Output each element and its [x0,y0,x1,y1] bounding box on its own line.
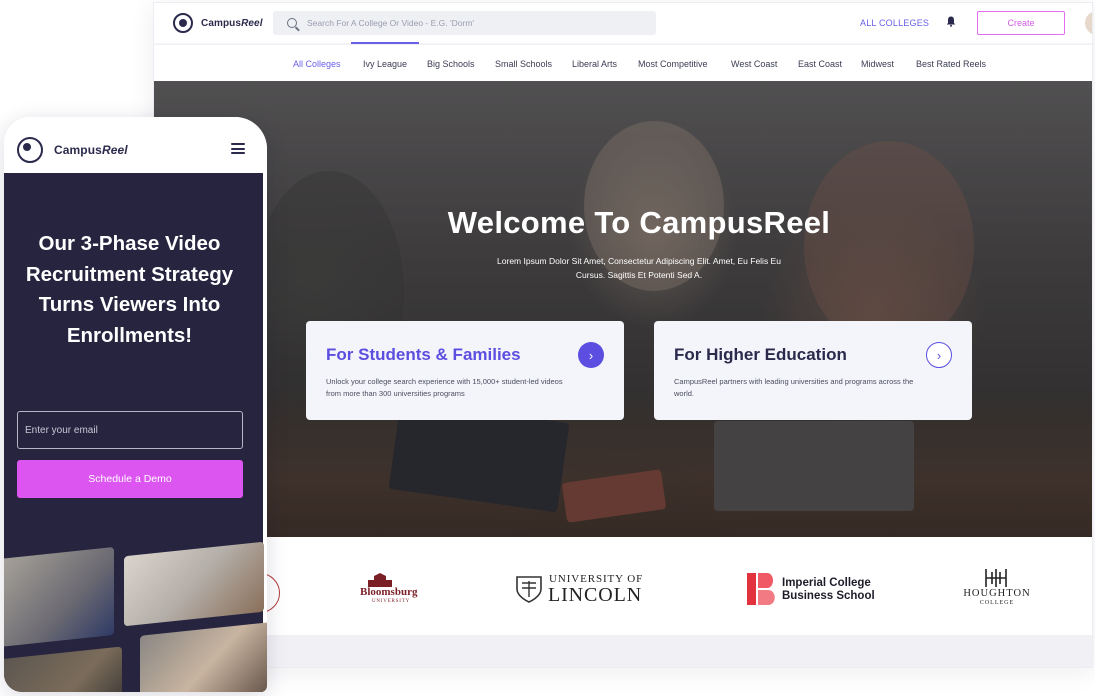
student-desk-photo [124,541,264,627]
search-bar[interactable] [273,11,656,35]
hero-subtitle: Lorem Ipsum Dolor Sit Amet, Consectetur … [497,256,781,280]
brand-name: CampusReel [201,17,263,29]
all-colleges-link[interactable]: ALL COLLEGES [860,18,929,28]
tab-big-schools[interactable]: Big Schools [427,59,475,69]
higher-education-card[interactable]: For Higher Education CampusReel partners… [654,321,972,420]
camera-logo-icon [173,13,193,33]
category-nav: All Colleges Ivy League Big Schools Smal… [154,44,1092,81]
page-footer-area [154,635,1092,667]
hero-section: Welcome To CampusReel Lorem Ipsum Dolor … [154,81,1092,537]
desktop-screen: CampusReel ALL COLLEGES Create All Colle… [153,2,1093,668]
top-bar: CampusReel ALL COLLEGES Create [154,3,1092,43]
bloomsburg-logo: Bloomsburg UNIVERSITY [360,573,432,609]
showcase-stage: CampusReel ALL COLLEGES Create All Colle… [0,0,1095,696]
chevron-right-icon[interactable]: › [578,342,604,368]
card-title: For Students & Families [326,345,521,364]
search-icon [287,18,297,28]
imperial-b-icon [747,573,775,605]
tab-ivy-league[interactable]: Ivy League [363,59,407,69]
camera-logo-icon [17,137,43,163]
brand-name: CampusReel [54,143,128,157]
mobile-hero: Our 3-Phase Video Recruitment Strategy T… [4,173,267,692]
bell-icon[interactable] [946,16,956,27]
tab-most-competitive[interactable]: Most Competitive [638,59,708,69]
schedule-demo-button[interactable]: Schedule a Demo [17,460,243,498]
tab-east-coast[interactable]: East Coast [798,59,842,69]
imperial-logo: Imperial College Business School [747,573,887,609]
graduation-photo [4,546,114,648]
brand-logo[interactable]: CampusReel [173,13,263,33]
user-avatar[interactable] [1085,11,1092,35]
mobile-screen: CampusReel Our 3-Phase Video Recruitment… [4,117,267,692]
hero-title: Welcome To CampusReel [447,205,831,240]
crest-icon [516,576,542,603]
mobile-header: CampusReel [4,117,267,173]
card-description: Unlock your college search experience wi… [326,377,563,398]
houghton-mark-icon [985,569,1007,587]
houghton-logo: HOUGHTON COLLEGE [957,569,1037,609]
create-button[interactable]: Create [977,11,1065,35]
students-laptop-photo [140,622,267,692]
tab-small-schools[interactable]: Small Schools [495,59,552,69]
tab-midwest[interactable]: Midwest [861,59,894,69]
hero-overlay [154,81,1092,537]
lincoln-logo: UNIVERSITY OF LINCOLN [514,573,674,607]
search-input[interactable] [307,18,637,28]
card-title: For Higher Education [674,345,847,364]
mobile-headline: Our 3-Phase Video Recruitment Strategy T… [25,232,234,347]
tab-best-rated-reels[interactable]: Best Rated Reels [916,59,986,69]
tab-liberal-arts[interactable]: Liberal Arts [572,59,617,69]
hamburger-menu-icon[interactable] [231,143,245,154]
tab-west-coast[interactable]: West Coast [731,59,777,69]
tab-all-colleges[interactable]: All Colleges [293,59,341,69]
card-description: CampusReel partners with leading univers… [674,377,914,398]
students-families-card[interactable]: For Students & Families Unlock your coll… [306,321,624,420]
email-field[interactable] [17,411,243,449]
chevron-right-icon[interactable]: › [926,342,952,368]
mobile-brand-logo[interactable]: CampusReel [17,137,128,163]
building-icon [368,573,392,587]
partner-logos-strip: Bloomsburg UNIVERSITY UNIVERSITY OF LINC… [154,537,1092,635]
classroom-photo [4,646,122,692]
